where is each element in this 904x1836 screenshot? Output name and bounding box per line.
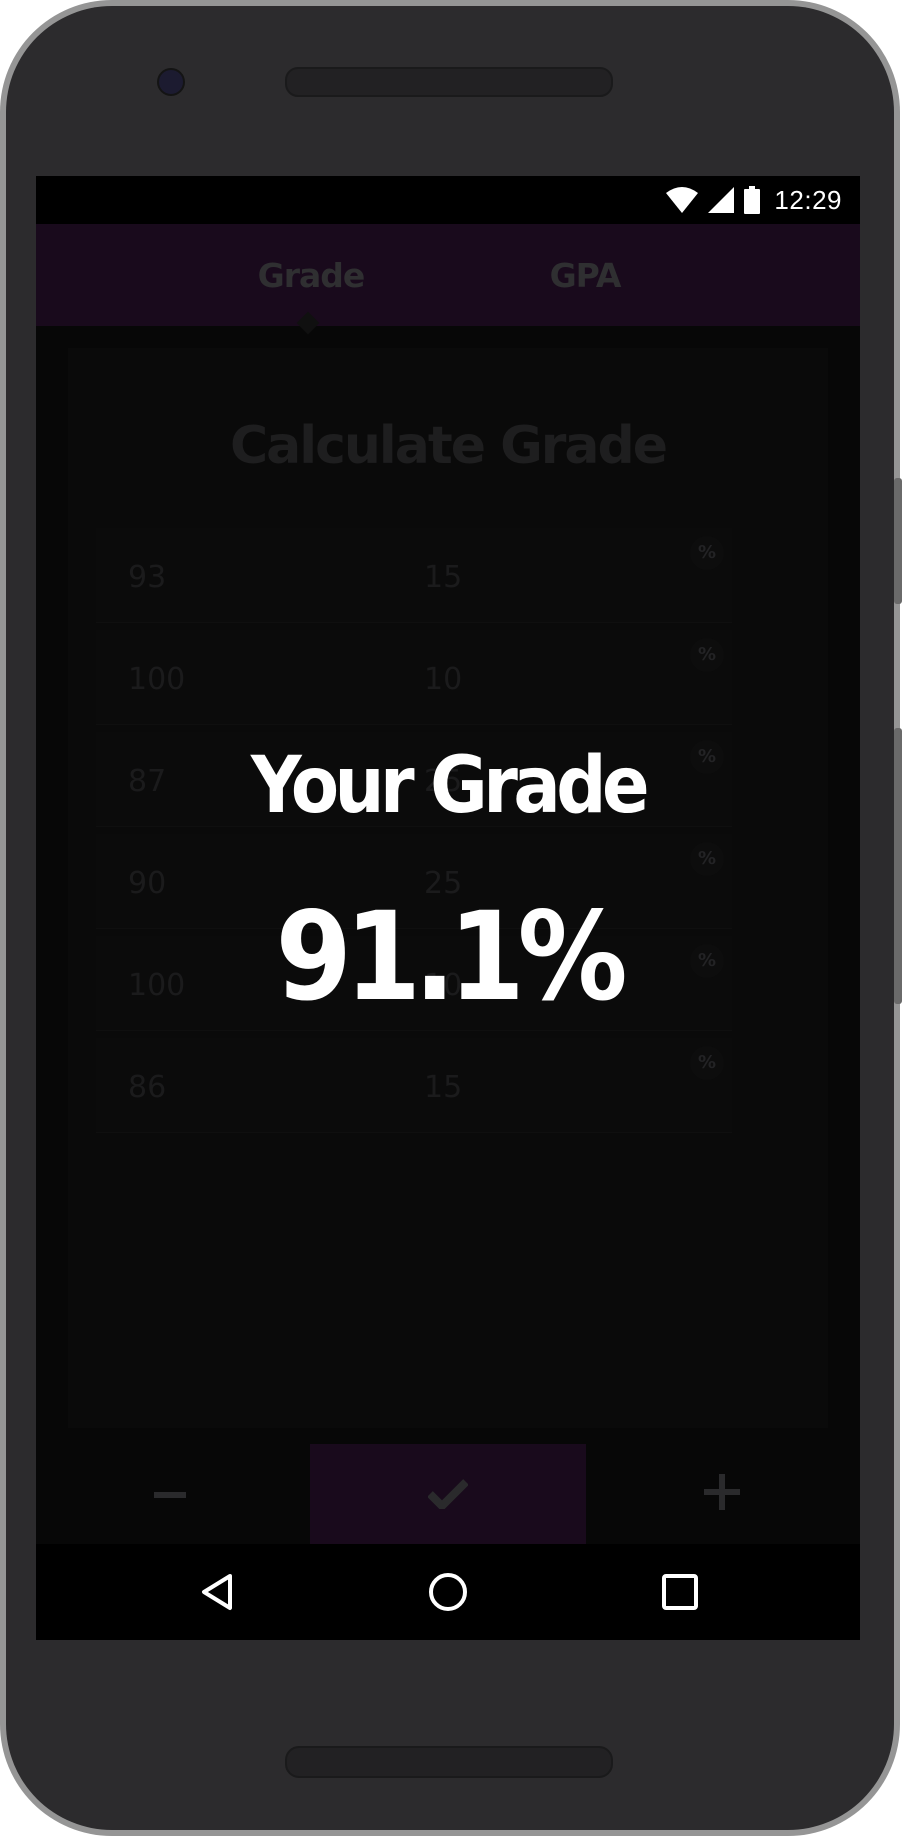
wifi-icon <box>666 187 699 213</box>
power-button <box>894 728 902 1004</box>
score-value: 86 <box>128 1070 167 1105</box>
form-title: Calculate Grade <box>230 416 668 476</box>
navigation-bar <box>36 1544 860 1640</box>
weight-input[interactable]: 10% <box>392 630 732 725</box>
grade-row: 86%15% <box>36 1038 860 1134</box>
bottom-speaker <box>285 1746 613 1778</box>
weight-value: 15 <box>424 560 463 595</box>
percent-unit-label: % <box>690 638 724 672</box>
home-icon[interactable] <box>428 1572 468 1612</box>
status-bar: 12:29 <box>36 176 860 224</box>
calculate-button[interactable] <box>310 1444 586 1544</box>
score-input[interactable]: 86% <box>96 1038 436 1133</box>
score-value: 100 <box>128 662 186 697</box>
tab-gpa[interactable]: GPA <box>448 224 722 326</box>
bottom-action-bar <box>36 1444 860 1544</box>
weight-input[interactable]: 15% <box>392 528 732 623</box>
percent-unit-label: % <box>690 842 724 876</box>
tab-grade[interactable]: Grade <box>174 224 448 326</box>
grade-row: 100%10% <box>36 630 860 726</box>
percent-unit-label: % <box>690 1046 724 1080</box>
score-input[interactable]: 93% <box>96 528 436 623</box>
back-icon[interactable] <box>198 1572 238 1612</box>
app-screen: 12:29 Grade GPA Calculate Grade 93%15%10… <box>36 176 860 1640</box>
minus-icon[interactable] <box>154 1492 186 1498</box>
front-camera <box>157 68 185 96</box>
weight-value: 15 <box>424 1070 463 1105</box>
grade-row: 93%15% <box>36 528 860 624</box>
volume-button <box>894 478 902 604</box>
earpiece-speaker <box>285 67 613 97</box>
cell-signal-icon <box>708 187 735 213</box>
percent-unit-label: % <box>690 536 724 570</box>
status-time: 12:29 <box>774 184 842 215</box>
score-input[interactable]: 100% <box>96 630 436 725</box>
battery-icon <box>744 186 761 214</box>
weight-value: 10 <box>424 662 463 697</box>
score-value: 93 <box>128 560 167 595</box>
result-title: Your Grade <box>250 741 650 831</box>
plus-icon[interactable] <box>704 1474 740 1510</box>
weight-input[interactable]: 15% <box>392 1038 732 1133</box>
tab-bar: Grade GPA <box>36 224 860 326</box>
check-icon <box>428 1479 468 1509</box>
result-value: 91.1% <box>275 886 628 1028</box>
recents-icon[interactable] <box>660 1572 700 1612</box>
